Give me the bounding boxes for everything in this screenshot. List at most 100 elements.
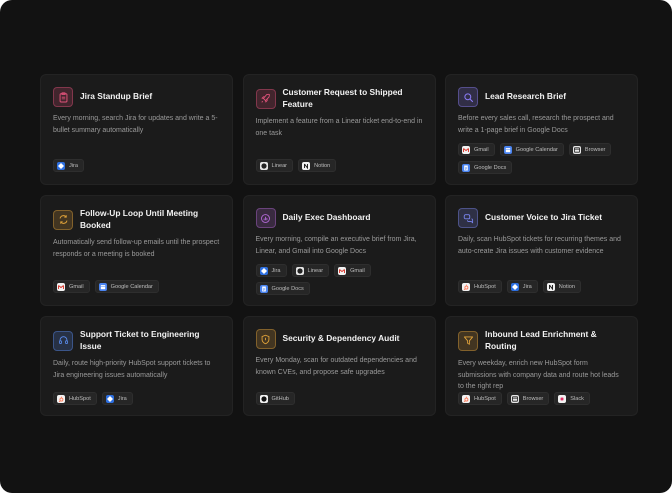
template-card-customer-voice-to-jira-ticket[interactable]: Customer Voice to Jira Ticket Daily, scan… [445,195,638,306]
integration-chip-label: Google Docs [474,164,507,171]
docs-icon [462,163,470,172]
card-header: Jira Standup Brief [53,87,220,107]
card-title: Inbound Lead Enrichment & Routing [485,329,597,351]
gmail-icon [338,266,347,275]
refresh-icon [53,209,73,230]
integration-chip-hubspot: HubSpot [53,392,97,405]
template-card-follow-up-loop-until-meeting-booked[interactable]: Follow-Up Loop Until Meeting Booked Autom… [40,195,233,306]
integration-chip-label: Gmail [474,146,489,153]
integration-chip-google-docs: Google Docs [458,161,513,174]
integration-chips: Jira [53,159,224,172]
card-title: Daily Exec Dashboard [282,212,371,223]
hubspot-icon [462,394,470,403]
integration-chips: HubSpot Jira [53,392,224,405]
jira-icon [259,266,268,275]
integration-chips: Gmail Google Calendar [53,280,224,293]
shield-icon [255,329,276,349]
card-description: Daily, scan HubSpot tickets for recurrin… [458,236,621,255]
card-header: Daily Exec Dashboard [255,208,423,228]
card-description: Every morning, compile an executive brie… [255,236,417,255]
linear-icon [295,266,304,275]
card-description: Daily, route high-priority HubSpot suppo… [53,360,211,379]
integration-chips: HubSpot Jira Notion [458,280,629,293]
integration-chip-notion: Notion [298,159,337,172]
template-card-customer-request-to-shipped-feature[interactable]: Customer Request to Shipped Feature Imple… [242,74,436,185]
integration-chip-label: Linear [271,162,288,169]
integration-chip-google-docs: Google Docs [255,282,310,295]
headset-icon [53,330,73,351]
integration-chip-label: Google Docs [271,285,304,292]
card-header: Inbound Lead Enrichment & Routing [458,329,625,352]
card-description: Every Monday, scan for outdated dependen… [255,357,417,376]
browser-icon [510,394,519,403]
integration-chips: HubSpot Browser Slack [458,392,629,405]
integration-chip-browser: Browser [506,392,550,405]
github-icon [259,394,268,403]
card-title: Customer Request to Shipped Feature [282,87,403,109]
card-header: Lead Research Brief [458,87,625,107]
integration-chip-linear: Linear [291,264,330,277]
integration-chip-linear: Linear [255,159,294,172]
template-card-support-ticket-to-engineering-issue[interactable]: Support Ticket to Engineering Issue Daily… [40,316,233,416]
jira-icon [105,394,114,403]
card-title: Customer Voice to Jira Ticket [485,212,602,223]
integration-chip-gmail: Gmail [334,264,371,277]
browser-icon [572,145,581,154]
card-title: Jira Standup Brief [80,91,153,102]
calendar-icon [503,145,512,154]
gmail-icon [57,282,65,291]
card-description: Every weekday, enrich new HubSpot form s… [458,360,619,391]
card-title: Follow-Up Loop Until Meeting Booked [80,208,199,230]
card-header: Support Ticket to Engineering Issue [53,329,220,352]
dashboard-icon [255,208,276,228]
card-header: Security & Dependency Audit [255,329,423,349]
integration-chip-google-calendar: Google Calendar [94,280,159,293]
integration-chip-browser: Browser [568,143,612,156]
card-title: Lead Research Brief [485,91,566,102]
rocket-icon [255,88,276,109]
template-card-jira-standup-brief[interactable]: Jira Standup Brief Every morning, search … [40,74,233,185]
integration-chips: Gmail Google Calendar Browser Google Docs [458,143,629,174]
jira-icon [57,161,65,170]
gmail-icon [462,145,470,154]
card-description: Implement a feature from a Linear ticket… [255,118,423,137]
notion-icon [546,282,555,291]
hubspot-icon [57,394,65,403]
workflow-template-grid: Jira Standup Brief Every morning, search … [40,74,638,416]
template-card-inbound-lead-enrichment-and-routing[interactable]: Inbound Lead Enrichment & Routing Every w… [445,316,638,416]
integration-chip-label: HubSpot [69,395,91,402]
docs-icon [259,284,268,293]
integration-chip-hubspot: HubSpot [458,392,502,405]
integration-chip-jira: Jira [101,392,133,405]
integration-chip-label: Linear [307,267,324,274]
integration-chip-label: Browser [584,146,606,153]
card-title: Support Ticket to Engineering Issue [80,329,200,351]
card-header: Follow-Up Loop Until Meeting Booked [53,208,220,231]
integration-chips: Linear Notion [255,159,427,172]
integration-chip-gmail: Gmail [458,143,495,156]
filter-icon [458,330,478,351]
card-header: Customer Request to Shipped Feature [255,87,423,110]
integration-chip-label: Browser [522,395,544,402]
template-card-security-and-dependency-audit[interactable]: Security & Dependency Audit Every Monday,… [242,316,436,416]
integration-chip-label: Google Calendar [515,146,558,153]
integration-chip-label: Gmail [350,267,365,274]
integration-chip-label: Google Calendar [110,283,153,290]
integration-chip-notion: Notion [542,280,581,293]
chat-icon [458,208,478,228]
calendar-icon [98,282,107,291]
integration-chip-jira: Jira [53,159,85,172]
integration-chip-slack: Slack [554,392,590,405]
integration-chip-label: GitHub [271,395,289,402]
integration-chips: Jira Linear Gmail Google Docs [255,264,427,295]
card-header: Customer Voice to Jira Ticket [458,208,625,228]
integration-chips: GitHub [255,392,427,405]
app-window: Jira Standup Brief Every morning, search … [0,0,672,493]
integration-chip-hubspot: HubSpot [458,280,502,293]
card-description: Before every sales call, research the pr… [458,115,614,134]
integration-chip-label: HubSpot [474,395,496,402]
integration-chip-label: Jira [117,395,127,402]
template-card-lead-research-brief[interactable]: Lead Research Brief Before every sales ca… [445,74,638,185]
template-card-daily-exec-dashboard[interactable]: Daily Exec Dashboard Every morning, compi… [242,195,436,306]
clipboard-icon [53,87,73,107]
